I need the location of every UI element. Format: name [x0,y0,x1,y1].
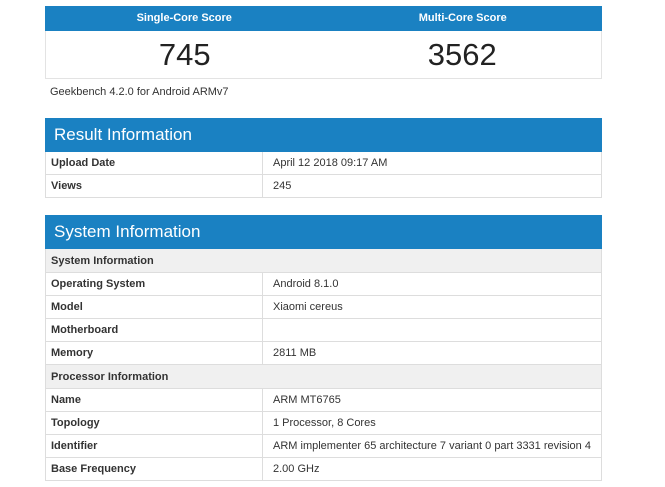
table-row: Motherboard [46,319,601,342]
system-information-section: System Information System Information Op… [45,215,602,481]
system-information-title: System Information [45,215,602,249]
result-information-title: Result Information [45,118,602,152]
multi-core-score-value: 3562 [427,37,497,72]
single-core-score-label: Single-Core Score [136,12,232,24]
row-value: ARM MT6765 [273,394,341,406]
row-label: Memory [46,342,263,364]
table-row: Operating System Android 8.1.0 [46,273,601,296]
table-row: Model Xiaomi cereus [46,296,601,319]
row-label: Motherboard [46,319,263,341]
row-label: Model [46,296,263,318]
row-value: Xiaomi cereus [273,301,343,313]
row-label: Topology [46,412,263,434]
row-value: ARM implementer 65 architecture 7 varian… [273,440,591,452]
table-row: Upload Date April 12 2018 09:17 AM [46,152,601,175]
row-value: 245 [273,180,292,192]
row-value: Android 8.1.0 [273,278,339,290]
subheader-label: Processor Information [51,371,169,383]
system-information-subheader: System Information [46,249,601,273]
table-row: Views 245 [46,175,601,198]
row-label: Views [46,175,263,197]
multi-core-score-label: Multi-Core Score [418,12,507,24]
row-label: Identifier [46,435,263,457]
row-label: Base Frequency [46,458,263,480]
row-label: Operating System [46,273,263,295]
system-information-table: System Information Operating System Andr… [45,249,602,481]
processor-information-subheader: Processor Information [46,365,601,389]
row-value [263,319,601,341]
table-row: Memory 2811 MB [46,342,601,365]
result-information-section: Result Information Upload Date April 12 … [45,118,602,198]
row-value: 2.00 GHz [273,463,320,475]
row-label: Upload Date [46,152,263,174]
row-label: Name [46,389,263,411]
row-value: 2811 MB [273,347,317,359]
table-row: Base Frequency 2.00 GHz [46,458,601,481]
score-values: 745 3562 [45,31,602,79]
subheader-label: System Information [51,255,154,267]
score-header: Single-Core Score Multi-Core Score [45,6,602,31]
row-value: April 12 2018 09:17 AM [273,157,388,169]
geekbench-result-page: Single-Core Score Multi-Core Score 745 3… [0,0,665,487]
single-core-score-value: 745 [158,37,211,72]
result-information-table: Upload Date April 12 2018 09:17 AM Views… [45,152,602,198]
table-row: Identifier ARM implementer 65 architectu… [46,435,601,458]
geekbench-version-text: Geekbench 4.2.0 for Android ARMv7 [50,86,229,98]
table-row: Topology 1 Processor, 8 Cores [46,412,601,435]
table-row: Name ARM MT6765 [46,389,601,412]
row-value: 1 Processor, 8 Cores [273,417,376,429]
